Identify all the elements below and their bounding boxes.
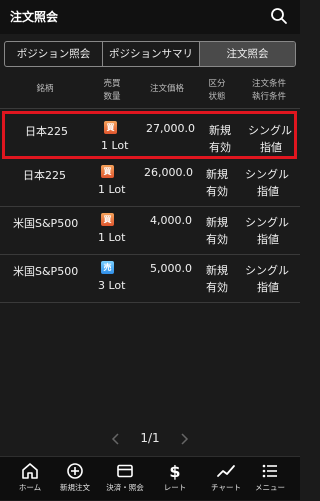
row-type: 新規	[209, 124, 231, 137]
table-row-selected[interactable]: 日本225 買 1 Lot 27,000.0 新規 有効 シングル 指値	[2, 111, 297, 159]
tab-position-summary[interactable]: ポジションサマリ	[103, 42, 200, 66]
chart-line-icon	[217, 465, 235, 477]
nav-menu[interactable]: メニュー	[240, 457, 300, 501]
menu-icon	[262, 464, 277, 478]
row-symbol: 米国S&P500	[13, 217, 79, 230]
row-order-condition: シングル	[245, 216, 289, 229]
nav-label: メニュー	[255, 483, 285, 492]
sell-badge: 売	[101, 261, 114, 274]
tab-order-inquiry[interactable]: 注文照会	[200, 42, 295, 66]
card-icon	[117, 464, 133, 478]
row-exec-condition: 指値	[257, 233, 279, 246]
row-type: 新規	[206, 168, 228, 181]
row-quantity: 1 Lot	[101, 139, 129, 152]
row-price: 26,000.0	[144, 166, 193, 179]
header-order-condition: 注文条件	[251, 79, 286, 89]
buy-badge: 買	[101, 165, 114, 178]
row-order-condition: シングル	[248, 124, 292, 137]
svg-text:$: $	[169, 462, 180, 480]
row-status: 有効	[206, 185, 228, 198]
row-status: 有効	[209, 141, 231, 154]
row-quantity: 1 Lot	[98, 183, 126, 196]
chevron-left-icon[interactable]	[110, 432, 122, 446]
row-symbol: 米国S&P500	[13, 265, 79, 278]
page-indicator: 1/1	[140, 431, 160, 445]
header-symbol: 銘柄	[36, 84, 54, 94]
dollar-icon: $	[169, 462, 180, 480]
table-header: 銘柄 売買 数量 注文価格 区分 状態 注文条件 執行条件	[0, 76, 300, 109]
row-exec-condition: 指値	[260, 141, 282, 154]
row-type: 新規	[206, 216, 228, 229]
row-price: 4,000.0	[150, 214, 192, 227]
row-status: 有効	[206, 233, 228, 246]
buy-badge: 買	[101, 213, 114, 226]
row-price: 27,000.0	[146, 122, 195, 135]
row-quantity: 3 Lot	[98, 279, 126, 292]
app-header: 注文照会	[0, 0, 300, 34]
page-title: 注文照会	[10, 10, 59, 24]
header-side: 売買	[103, 79, 121, 89]
header-type: 区分	[208, 79, 226, 89]
row-price: 5,000.0	[150, 262, 192, 275]
tab-position-inquiry[interactable]: ポジション照会	[5, 42, 103, 66]
row-type: 新規	[206, 264, 228, 277]
home-icon	[22, 463, 38, 479]
table-row[interactable]: 米国S&P500 売 3 Lot 5,000.0 新規 有効 シングル 指値	[0, 255, 300, 303]
header-price: 注文価格	[149, 84, 184, 94]
row-exec-condition: 指値	[257, 281, 279, 294]
row-symbol: 日本225	[23, 169, 66, 182]
header-exec-condition: 執行条件	[251, 92, 286, 102]
row-order-condition: シングル	[245, 168, 289, 181]
bottom-navigation: ホーム 新規注文 決済・照会 $ レート チャート メニュー	[0, 456, 300, 500]
chevron-right-icon[interactable]	[178, 432, 190, 446]
plus-circle-icon	[67, 463, 83, 479]
search-icon[interactable]	[269, 6, 289, 26]
table-row[interactable]: 日本225 買 1 Lot 26,000.0 新規 有効 シングル 指値	[0, 159, 300, 207]
pagination: 1/1	[0, 430, 300, 450]
row-symbol: 日本225	[25, 125, 68, 138]
row-quantity: 1 Lot	[98, 231, 126, 244]
row-status: 有効	[206, 281, 228, 294]
view-tabs: ポジション照会 ポジションサマリ 注文照会	[4, 41, 296, 67]
header-quantity: 数量	[103, 92, 121, 102]
header-status: 状態	[208, 92, 226, 102]
table-row[interactable]: 米国S&P500 買 1 Lot 4,000.0 新規 有効 シングル 指値	[0, 207, 300, 255]
row-exec-condition: 指値	[257, 185, 279, 198]
buy-badge: 買	[104, 121, 117, 134]
row-order-condition: シングル	[245, 264, 289, 277]
